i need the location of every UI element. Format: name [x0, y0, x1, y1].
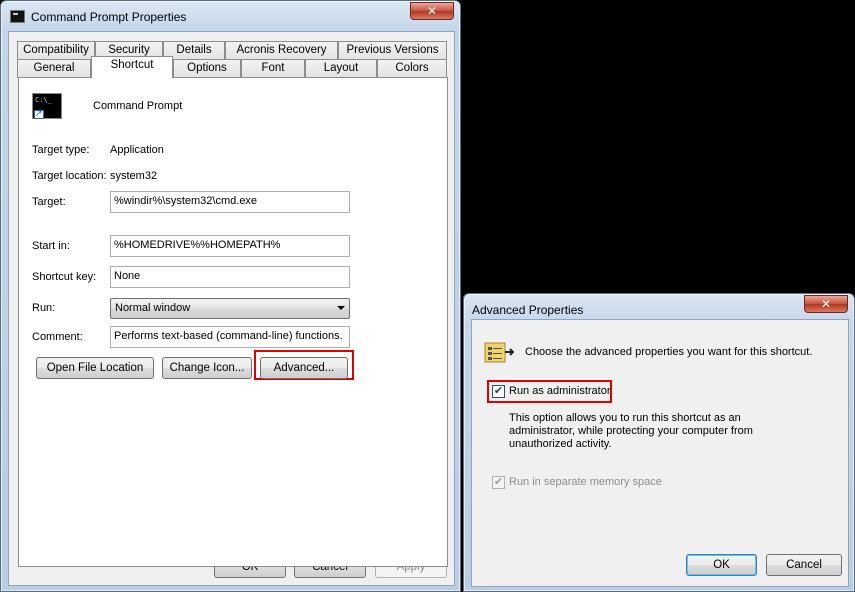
command-prompt-icon: C:\_: [32, 93, 62, 119]
divider: [32, 129, 348, 130]
command-prompt-properties-window: Command Prompt Properties ✕ Compatibilit…: [0, 0, 461, 592]
shortcut-name: Command Prompt: [93, 100, 183, 112]
close-button[interactable]: ✕: [410, 2, 454, 20]
advanced-ok-button[interactable]: OK: [686, 554, 757, 576]
run-select-value: Normal window: [115, 302, 191, 314]
target-location-label: Target location:: [32, 170, 107, 182]
run-as-admin-checkbox[interactable]: ✔: [492, 385, 505, 398]
comment-input[interactable]: Performs text-based (command-line) funct…: [110, 326, 350, 348]
prompt-glyph-icon: C:\_: [35, 96, 52, 104]
target-location-value: system32: [110, 170, 158, 182]
target-input[interactable]: %windir%\system32\cmd.exe: [110, 191, 350, 213]
advanced-window-title: Advanced Properties: [472, 303, 584, 317]
run-as-admin-help-text: This option allows you to run this short…: [509, 412, 753, 450]
advanced-close-button[interactable]: ✕: [804, 295, 848, 313]
window-title: Command Prompt Properties: [31, 10, 187, 24]
run-as-admin-label[interactable]: Run as administrator: [509, 385, 611, 397]
dialog-client-area: Compatibility Security Details Acronis R…: [8, 31, 455, 586]
advanced-cancel-button[interactable]: Cancel: [766, 554, 842, 576]
target-type-label: Target type:: [32, 144, 90, 156]
change-icon-button[interactable]: Change Icon...: [162, 357, 252, 379]
shortcut-arrow-icon: [34, 108, 44, 119]
shortcut-key-input[interactable]: None: [110, 266, 350, 288]
advanced-button[interactable]: Advanced...: [260, 357, 348, 379]
start-in-label: Start in:: [32, 240, 70, 252]
advanced-client-area: Choose the advanced properties you want …: [471, 319, 849, 587]
shortcut-key-label: Shortcut key:: [32, 271, 97, 283]
advanced-shortcut-icon: [484, 342, 514, 363]
start-in-input[interactable]: %HOMEDRIVE%%HOMEPATH%: [110, 235, 350, 257]
divider: [32, 223, 348, 224]
target-type-value: Application: [110, 144, 164, 156]
target-label: Target:: [32, 196, 66, 208]
advanced-description: Choose the advanced properties you want …: [525, 346, 813, 358]
separate-memory-checkbox[interactable]: ✔: [492, 476, 505, 489]
run-select[interactable]: Normal window: [110, 298, 350, 319]
chevron-down-icon: [337, 306, 345, 310]
advanced-properties-window: Advanced Properties ✕ Choose the advance…: [463, 293, 855, 592]
comment-label: Comment:: [32, 331, 83, 343]
shortcut-panel-content: C:\_ Command Prompt Target type: Applica…: [9, 32, 454, 585]
open-file-location-button[interactable]: Open File Location: [36, 357, 154, 379]
run-label: Run:: [32, 302, 56, 314]
separate-memory-label: Run in separate memory space: [509, 476, 662, 488]
cmd-app-icon: [10, 10, 25, 23]
